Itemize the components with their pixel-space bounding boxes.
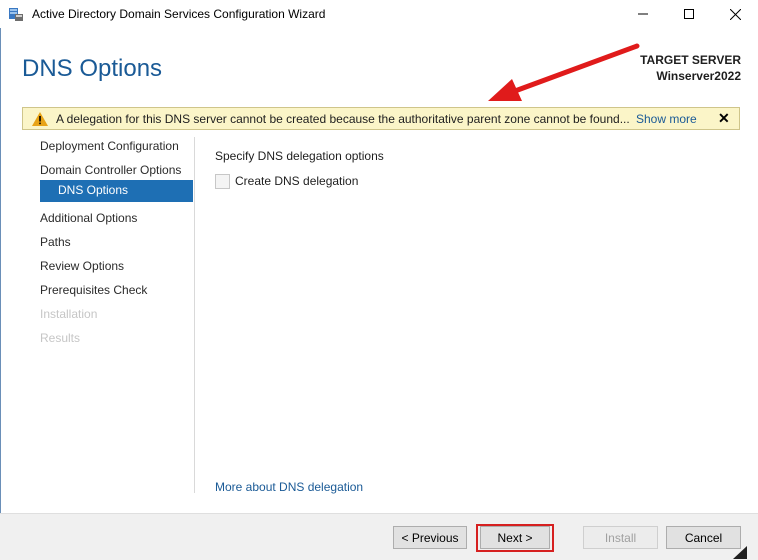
resize-grip-icon[interactable]	[733, 546, 747, 559]
minimize-button[interactable]	[620, 0, 666, 28]
create-dns-delegation-label: Create DNS delegation	[235, 174, 359, 188]
nav-item-installation: Installation	[40, 307, 98, 321]
window-title: Active Directory Domain Services Configu…	[32, 7, 326, 21]
previous-button[interactable]: < Previous	[393, 526, 467, 549]
minimize-icon	[638, 13, 648, 15]
server-wizard-icon	[9, 8, 23, 21]
nav-item-results: Results	[40, 331, 81, 345]
create-dns-delegation-checkbox[interactable]	[215, 174, 230, 189]
nav-divider	[194, 137, 195, 493]
warning-icon	[32, 112, 48, 126]
target-server-name: Winserver2022	[656, 69, 741, 83]
install-button: Install	[583, 526, 658, 549]
target-server-label: TARGET SERVER	[640, 53, 741, 67]
section-label: Specify DNS delegation options	[215, 149, 384, 163]
maximize-button[interactable]	[666, 0, 712, 28]
next-button[interactable]: Next >	[480, 526, 550, 549]
page-title: DNS Options	[22, 55, 163, 82]
nav-item-dns-options[interactable]: DNS Options	[40, 180, 193, 202]
cancel-button[interactable]: Cancel	[666, 526, 741, 549]
nav-item-deployment-configuration[interactable]: Deployment Configuration	[40, 136, 179, 158]
wizard-footer: < Previous Next > Install Cancel	[0, 513, 758, 560]
title-bar[interactable]: Active Directory Domain Services Configu…	[0, 0, 758, 28]
dismiss-banner-button[interactable]: ✕	[718, 110, 730, 127]
close-window-button[interactable]	[712, 0, 758, 28]
show-more-link[interactable]: Show more	[636, 112, 697, 126]
nav-item-prerequisites-check[interactable]: Prerequisites Check	[40, 280, 147, 302]
more-about-dns-delegation-link[interactable]: More about DNS delegation	[215, 480, 363, 494]
target-server: TARGET SERVER Winserver2022	[640, 52, 741, 84]
close-icon	[729, 8, 741, 20]
nav-item-domain-controller-options[interactable]: Domain Controller Options	[40, 160, 181, 182]
nav-item-review-options[interactable]: Review Options	[40, 256, 124, 278]
nav-item-paths[interactable]: Paths	[40, 232, 71, 254]
maximize-icon	[684, 9, 694, 19]
wizard-window: Active Directory Domain Services Configu…	[0, 0, 758, 560]
warning-banner: A delegation for this DNS server cannot …	[22, 107, 740, 130]
nav-item-additional-options[interactable]: Additional Options	[40, 208, 137, 230]
window-left-border	[0, 28, 1, 559]
warning-message: A delegation for this DNS server cannot …	[56, 112, 630, 126]
